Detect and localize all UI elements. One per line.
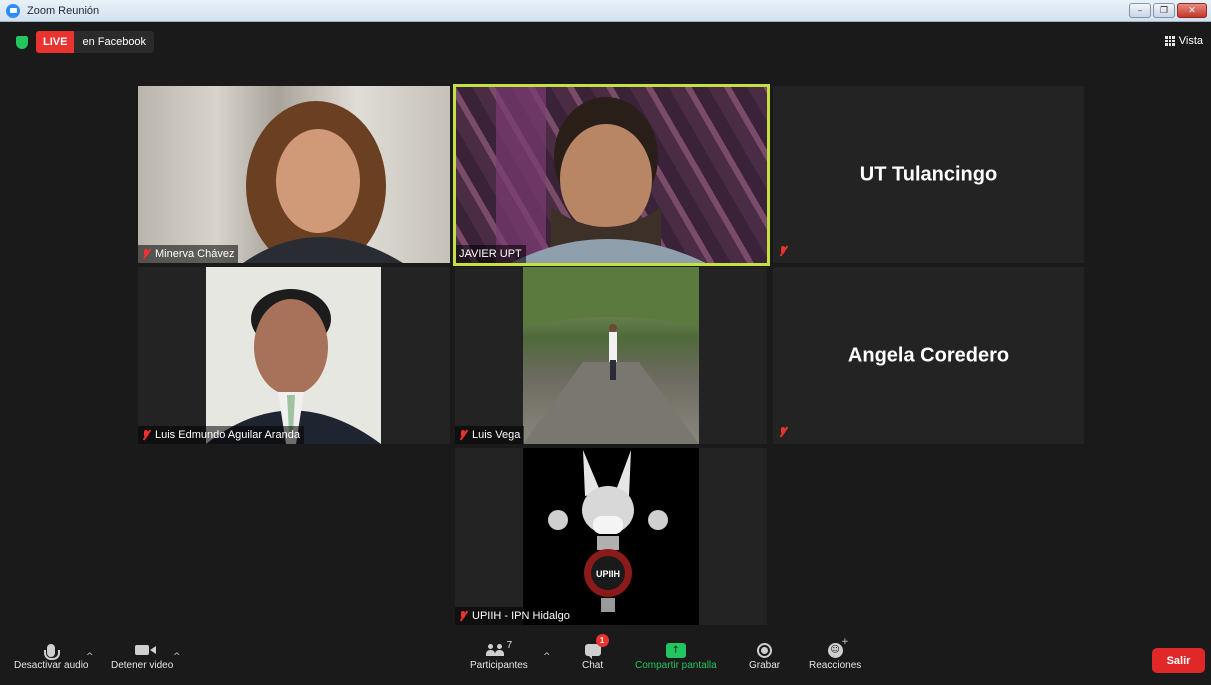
- record-label: Grabar: [749, 660, 781, 671]
- participant-video: [456, 87, 767, 263]
- participant-video: UPIIH: [523, 448, 699, 625]
- participant-name: Luis Vega: [472, 429, 521, 441]
- participants-label: Participantes: [470, 660, 528, 671]
- maximize-button[interactable]: ❐: [1153, 3, 1175, 18]
- video-options-caret[interactable]: ^: [173, 652, 181, 662]
- muted-mic-icon: [458, 610, 469, 622]
- record-button[interactable]: Grabar: [749, 640, 780, 671]
- meeting-stage: LIVE en Facebook Vista Minerva Chávez JA…: [0, 22, 1211, 685]
- smiley-face-icon: ☺: [827, 637, 849, 658]
- share-screen-label: Compartir pantalla: [635, 660, 717, 671]
- live-stream-badge[interactable]: LIVE en Facebook: [36, 31, 155, 53]
- mute-audio-label: Desactivar audio: [14, 660, 89, 671]
- mascot-logo-text: UPIIH: [596, 569, 620, 579]
- window-titlebar: Zoom Reunión – ❐ ✕: [0, 0, 1211, 22]
- participant-name: Luis Edmundo Aguilar Aranda: [155, 429, 300, 441]
- participant-tile[interactable]: UT Tulancingo: [773, 86, 1084, 263]
- participant-video: [138, 86, 450, 263]
- muted-mic-icon: [778, 426, 789, 438]
- window-title: Zoom Reunión: [27, 4, 100, 17]
- mascot-logo: UPIIH: [548, 450, 668, 612]
- reactions-label: Reacciones: [809, 660, 862, 671]
- audio-options-caret[interactable]: ^: [86, 652, 94, 662]
- reactions-button[interactable]: ☺ Reacciones: [809, 637, 862, 672]
- muted-mic-icon: [141, 248, 152, 260]
- participant-tile[interactable]: Minerva Chávez: [138, 86, 450, 263]
- participant-tile-active-speaker[interactable]: JAVIER UPT: [453, 84, 770, 266]
- participants-count: 7: [506, 640, 513, 651]
- participants-icon: 7: [485, 640, 513, 660]
- road-scene: [523, 267, 699, 444]
- participant-name: UPIIH - IPN Hidalgo: [472, 610, 570, 622]
- stop-video-label: Detener video: [111, 660, 174, 671]
- participant-tile[interactable]: UPIIH UPIIH - IPN Hidalgo: [455, 448, 767, 625]
- participant-tile[interactable]: Angela Coredero: [773, 267, 1084, 444]
- participant-name-tag: UPIIH - IPN Hidalgo: [455, 607, 574, 625]
- shield-icon[interactable]: [16, 35, 28, 49]
- share-screen-icon: ↑: [665, 642, 686, 658]
- muted-mic-icon: [778, 245, 789, 257]
- participant-name-tag: JAVIER UPT: [456, 245, 526, 263]
- leave-meeting-button[interactable]: Salir: [1152, 648, 1205, 673]
- grid-view-icon: [1164, 36, 1175, 46]
- participants-options-caret[interactable]: ^: [543, 652, 551, 662]
- view-label: Vista: [1178, 35, 1203, 47]
- live-label: LIVE: [36, 31, 75, 53]
- person-silhouette: [243, 101, 403, 263]
- chat-label: Chat: [582, 660, 604, 671]
- zoom-app-icon: [6, 3, 20, 18]
- share-screen-button[interactable]: ↑ Compartir pantalla: [635, 640, 717, 671]
- participant-name-tag: Minerva Chávez: [138, 245, 239, 263]
- video-camera-icon: [135, 645, 157, 655]
- muted-mic-icon: [458, 429, 469, 441]
- participant-video: [206, 267, 381, 444]
- participant-video: [523, 267, 699, 444]
- participants-button[interactable]: 7 Participantes: [470, 640, 528, 671]
- participant-name-tag: Luis Vega: [455, 426, 525, 444]
- participant-name-tag: Luis Edmundo Aguilar Aranda: [138, 426, 304, 444]
- live-destination: en Facebook: [74, 31, 155, 53]
- participant-name: Minerva Chávez: [155, 248, 235, 260]
- mute-audio-button[interactable]: Desactivar audio: [14, 640, 88, 671]
- participant-display-name: UT Tulancingo: [859, 163, 998, 185]
- minimize-button[interactable]: –: [1129, 3, 1151, 18]
- microphone-icon: [44, 643, 61, 660]
- muted-mic-icon: [141, 429, 152, 441]
- close-window-button[interactable]: ✕: [1177, 3, 1207, 18]
- participant-display-name: Angela Coredero: [847, 344, 1010, 366]
- chat-button[interactable]: 1 Chat: [582, 634, 609, 671]
- view-button[interactable]: Vista: [1164, 35, 1203, 47]
- participant-tile[interactable]: Luis Vega: [455, 267, 767, 444]
- person-silhouette: [206, 289, 381, 444]
- meeting-toolbar: Desactivar audio ^ Detener video ^ 7 Par…: [0, 634, 1211, 685]
- chat-unread-badge: 1: [595, 634, 609, 647]
- window-controls: – ❐ ✕: [1129, 3, 1207, 18]
- participant-tile[interactable]: Luis Edmundo Aguilar Aranda: [138, 267, 450, 444]
- record-icon: [757, 642, 773, 658]
- stop-video-button[interactable]: Detener video: [111, 640, 173, 671]
- meeting-status: LIVE en Facebook: [16, 31, 155, 53]
- person-silhouette: [496, 87, 706, 263]
- participant-name: JAVIER UPT: [459, 248, 522, 260]
